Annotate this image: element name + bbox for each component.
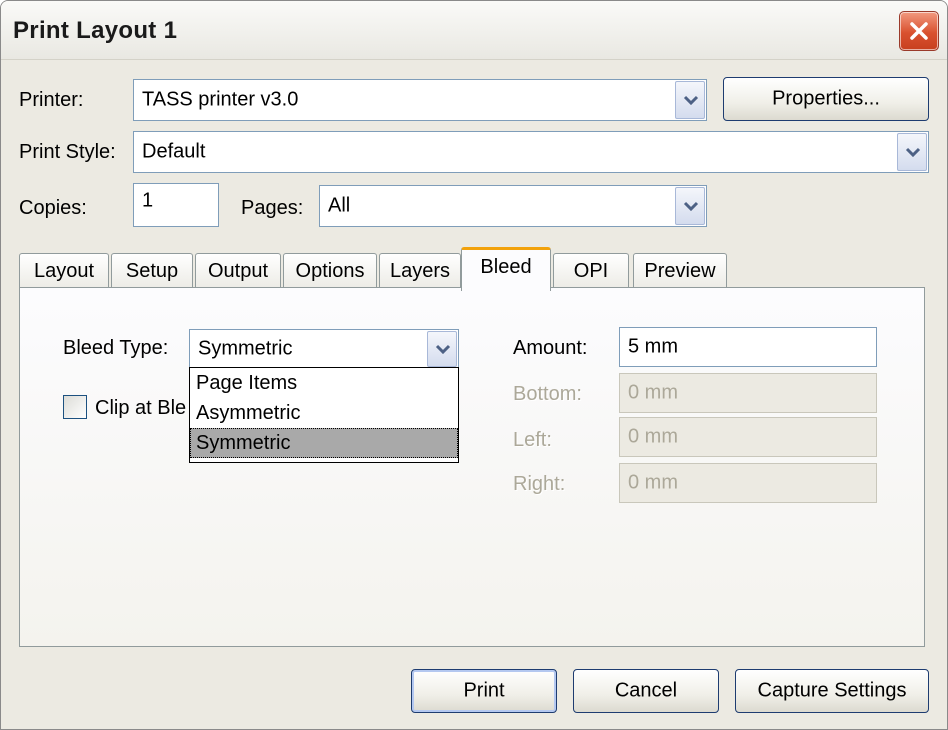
copies-value: 1 <box>142 189 154 212</box>
right-label: Right: <box>513 473 566 495</box>
tab-opi-label: OPI <box>573 260 609 282</box>
tab-setup[interactable]: Setup <box>111 253 193 289</box>
tab-layers-label: Layers <box>389 260 451 282</box>
cancel-button-label: Cancel <box>614 679 678 702</box>
tab-preview-label: Preview <box>644 260 716 282</box>
close-icon <box>910 22 928 40</box>
tab-bleed-label: Bleed <box>480 256 532 278</box>
pages-dropdown-button[interactable] <box>675 187 705 225</box>
bleed-type-label: Bleed Type: <box>63 337 169 359</box>
printer-dropdown-button[interactable] <box>675 81 705 119</box>
print-style-value: Default <box>142 140 206 163</box>
chevron-down-icon <box>683 201 699 211</box>
tab-layout-label: Layout <box>33 260 95 282</box>
copies-label: Copies: <box>19 197 87 219</box>
clip-at-bleed-label: Clip at Ble <box>95 397 187 419</box>
pages-value: All <box>328 194 351 217</box>
chevron-down-icon <box>905 147 921 157</box>
bottom-label: Bottom: <box>513 383 582 405</box>
tab-layout[interactable]: Layout <box>19 253 109 289</box>
printer-value: TASS printer v3.0 <box>142 88 299 111</box>
tab-output[interactable]: Output <box>195 253 281 289</box>
right-input: 0 mm <box>619 463 877 503</box>
pages-select[interactable]: All <box>319 185 707 227</box>
chevron-down-icon <box>683 95 699 105</box>
amount-label: Amount: <box>513 337 588 359</box>
print-style-select[interactable]: Default <box>133 131 929 173</box>
left-label: Left: <box>513 429 552 451</box>
properties-button[interactable]: Properties... <box>723 77 929 121</box>
amount-value: 5 mm <box>628 335 678 358</box>
clip-at-bleed-checkbox[interactable] <box>63 395 87 419</box>
print-button[interactable]: Print <box>411 669 557 713</box>
capture-settings-button-label: Capture Settings <box>757 679 907 702</box>
bleed-type-value: Symmetric <box>198 337 293 360</box>
tab-layers[interactable]: Layers <box>379 253 461 289</box>
chevron-down-icon <box>435 344 451 354</box>
bleed-type-select[interactable]: Symmetric <box>189 329 459 369</box>
bottom-input: 0 mm <box>619 373 877 413</box>
tab-options-label: Options <box>295 260 365 282</box>
print-style-label: Print Style: <box>19 141 116 163</box>
tab-bleed[interactable]: Bleed <box>461 247 551 291</box>
properties-button-label: Properties... <box>772 87 880 110</box>
option-symmetric[interactable]: Symmetric <box>190 428 458 458</box>
print-layout-dialog: Print Layout 1 Printer: TASS printer v3.… <box>0 0 948 730</box>
title-bar[interactable]: Print Layout 1 <box>1 1 947 60</box>
option-page-items[interactable]: Page Items <box>190 368 458 398</box>
bleed-type-dropdown-button[interactable] <box>427 331 457 367</box>
print-style-dropdown-button[interactable] <box>897 133 927 171</box>
tab-preview[interactable]: Preview <box>633 253 727 289</box>
copies-input[interactable]: 1 <box>133 183 219 227</box>
printer-label: Printer: <box>19 89 84 111</box>
option-asymmetric[interactable]: Asymmetric <box>190 398 458 428</box>
tab-setup-label: Setup <box>125 260 179 282</box>
right-value: 0 mm <box>628 471 678 494</box>
close-button[interactable] <box>899 11 939 51</box>
tab-opi[interactable]: OPI <box>553 253 629 289</box>
amount-input[interactable]: 5 mm <box>619 327 877 367</box>
tab-options[interactable]: Options <box>283 253 377 289</box>
left-value: 0 mm <box>628 425 678 448</box>
cancel-button[interactable]: Cancel <box>573 669 719 713</box>
pages-label: Pages: <box>241 197 304 219</box>
window-title: Print Layout 1 <box>13 17 178 44</box>
printer-select[interactable]: TASS printer v3.0 <box>133 79 707 121</box>
print-button-label: Print <box>463 679 505 702</box>
left-input: 0 mm <box>619 417 877 457</box>
bleed-type-options-list: Page Items Asymmetric Symmetric <box>189 367 459 463</box>
tab-output-label: Output <box>207 260 269 282</box>
bottom-value: 0 mm <box>628 381 678 404</box>
capture-settings-button[interactable]: Capture Settings <box>735 669 929 713</box>
